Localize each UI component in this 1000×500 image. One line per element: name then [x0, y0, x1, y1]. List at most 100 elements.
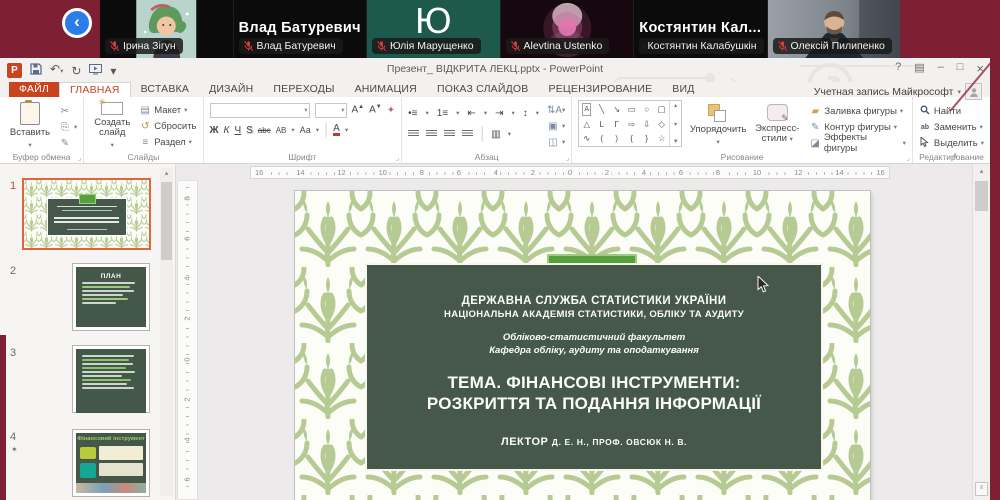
restore-button[interactable]: □ — [957, 61, 964, 76]
drawing-dialog-launcher[interactable]: ⌟ — [907, 154, 910, 162]
quick-styles-button[interactable]: Экспресс- стили ▾ — [754, 100, 800, 151]
participant-tile[interactable]: Олексій Пилипенко — [767, 0, 901, 58]
shape-option[interactable]: ▢ — [654, 102, 669, 117]
save-button[interactable] — [30, 63, 42, 78]
tab-файл[interactable]: ФАЙЛ — [9, 82, 59, 97]
slide-canvas[interactable]: ДЕРЖАВНА СЛУЖБА СТАТИСТИКИ УКРАЇНИ НАЦІО… — [197, 180, 973, 500]
text-direction-button[interactable]: ⇅А▾ — [547, 103, 565, 117]
shape-option[interactable]: ⇩ — [639, 117, 654, 131]
line-spacing-button[interactable]: ↕ — [523, 108, 528, 119]
italic-button[interactable]: К — [224, 125, 230, 136]
tab-вид[interactable]: ВИД — [662, 82, 704, 97]
layout-button[interactable]: ▤Макет▾ — [139, 103, 196, 117]
font-size-select[interactable]: ▾ — [315, 103, 347, 118]
bullets-button[interactable]: •≡ — [408, 108, 417, 119]
start-slideshow-button[interactable] — [89, 64, 102, 78]
collapse-ribbon-button[interactable]: ∧ — [952, 151, 958, 160]
numbering-button[interactable]: 1≡ — [437, 108, 448, 119]
slide-thumbnail-3[interactable] — [72, 345, 150, 413]
collapse-videos-button[interactable]: ‹ — [62, 8, 92, 38]
tab-рецензирование[interactable]: РЕЦЕНЗИРОВАНИЕ — [539, 82, 663, 97]
shape-option[interactable]: L — [594, 117, 609, 131]
shrink-font-button[interactable]: А▼ — [369, 104, 382, 115]
paragraph-dialog-launcher[interactable]: ⌟ — [566, 154, 569, 162]
slide-thumbnail-1[interactable] — [22, 178, 151, 250]
slide-text-box[interactable]: ДЕРЖАВНА СЛУЖБА СТАТИСТИКИ УКРАЇНИ НАЦІО… — [365, 263, 823, 471]
ribbon-options-button[interactable]: ▤ — [914, 61, 924, 76]
account-avatar[interactable] — [965, 83, 982, 100]
tab-вставка[interactable]: ВСТАВКА — [131, 82, 199, 97]
shape-option[interactable]: ( — [594, 131, 609, 145]
tab-переходы[interactable]: ПЕРЕХОДЫ — [263, 82, 344, 97]
close-button[interactable]: × — [976, 61, 984, 76]
customize-qat-button[interactable]: ▾ — [110, 64, 116, 78]
replace-button[interactable]: ab Заменить▾ — [919, 120, 984, 134]
align-right-button[interactable] — [444, 130, 455, 138]
new-slide-button[interactable]: Создать слайд▾ — [90, 100, 134, 151]
shapes-gallery-scroll[interactable]: ▴▾▼ — [669, 101, 681, 146]
change-case-button[interactable]: Аа — [300, 125, 311, 135]
text-shadow-button[interactable]: S — [246, 125, 253, 136]
shape-option[interactable]: △ — [579, 117, 594, 131]
arrange-button[interactable]: Упорядочить▾ — [691, 100, 745, 151]
copy-button[interactable]: ⎘▾ — [59, 120, 77, 134]
shape-option[interactable]: } — [639, 131, 654, 145]
underline-button[interactable]: Ч — [234, 125, 241, 136]
shape-option[interactable]: ╲ — [594, 102, 609, 117]
tab-анимация[interactable]: АНИМАЦИЯ — [345, 82, 427, 97]
clear-formatting-button[interactable]: ✦ — [387, 105, 395, 116]
increase-indent-button[interactable]: ⇥ — [495, 108, 503, 119]
tab-показ слайдов[interactable]: ПОКАЗ СЛАЙДОВ — [427, 82, 539, 97]
participant-tile[interactable]: Ю Юлія Марущенко — [366, 0, 500, 58]
reset-button[interactable]: ↺Сбросить — [139, 119, 196, 133]
participant-tile[interactable]: Ірина Зігун — [100, 0, 233, 58]
slide-thumbnail-4[interactable]: Фінансовий інструмент — [72, 429, 150, 497]
find-button[interactable]: Найти — [919, 104, 984, 118]
minimize-button[interactable]: – — [938, 61, 944, 76]
shape-option[interactable]: ∿ — [579, 131, 594, 145]
redo-button[interactable]: ↻ — [71, 64, 81, 78]
align-text-button[interactable]: ▣▾ — [547, 119, 565, 133]
character-spacing-button[interactable]: АВ — [276, 126, 287, 135]
strikethrough-button[interactable]: abc — [258, 126, 271, 135]
slide-thumbnail-2[interactable]: ПЛАН — [72, 263, 150, 331]
account-area[interactable]: Учетная запись Майкрософт ▾ — [814, 83, 982, 100]
tab-главная[interactable]: ГЛАВНАЯ — [59, 82, 131, 97]
participant-tile[interactable]: Костянтин Кал... Костянтин Калабушкін — [633, 0, 767, 58]
participant-tile[interactable]: Влад Батуревич Влад Батуревич — [233, 0, 367, 58]
select-button[interactable]: Выделить▾ — [919, 136, 984, 150]
shape-option[interactable]: Γ — [609, 117, 624, 131]
shape-option[interactable]: ◇ — [654, 117, 669, 131]
participant-tile[interactable]: Alevtina Ustenko — [500, 0, 634, 58]
shape-option[interactable]: ) — [609, 131, 624, 145]
shape-option[interactable]: ↘ — [609, 102, 624, 117]
shape-option[interactable]: ○ — [639, 102, 654, 117]
decrease-indent-button[interactable]: ⇤ — [467, 108, 475, 119]
columns-button[interactable]: ▥ — [491, 129, 500, 140]
justify-button[interactable] — [462, 130, 473, 138]
paste-button[interactable]: Вставить▾ — [6, 100, 54, 151]
bold-button[interactable]: Ж — [210, 125, 219, 136]
shape-option[interactable]: { — [624, 131, 639, 145]
shape-effects-button[interactable]: ◪Эффекты фигуры▾ — [809, 136, 906, 150]
font-name-select[interactable]: ▾ — [210, 103, 310, 118]
shape-option[interactable]: ⇨ — [624, 117, 639, 131]
shape-fill-button[interactable]: ▰Заливка фигуры▾ — [809, 104, 906, 118]
slide-1-editing-surface[interactable]: ДЕРЖАВНА СЛУЖБА СТАТИСТИКИ УКРАЇНИ НАЦІО… — [295, 191, 870, 500]
shape-option[interactable]: A — [582, 103, 591, 116]
cut-button[interactable]: ✂ — [59, 104, 77, 118]
convert-smartart-button[interactable]: ◫▾ — [547, 135, 565, 149]
font-color-button[interactable]: А — [333, 124, 340, 136]
font-dialog-launcher[interactable]: ⌟ — [396, 154, 399, 162]
shape-option[interactable]: ☆ — [654, 131, 669, 145]
section-button[interactable]: ≡Раздел▾ — [139, 135, 196, 149]
align-left-button[interactable] — [408, 130, 419, 138]
clipboard-dialog-launcher[interactable]: ⌟ — [78, 154, 81, 162]
shape-option[interactable]: ▭ — [624, 102, 639, 117]
thumbnails-scrollbar[interactable]: ▴ — [160, 168, 173, 496]
help-button[interactable]: ? — [895, 61, 901, 76]
grow-font-button[interactable]: А▲ — [352, 104, 365, 115]
undo-button[interactable]: ↶▾ — [50, 62, 63, 79]
format-painter-button[interactable]: ✎ — [59, 136, 77, 150]
align-center-button[interactable] — [426, 130, 437, 138]
